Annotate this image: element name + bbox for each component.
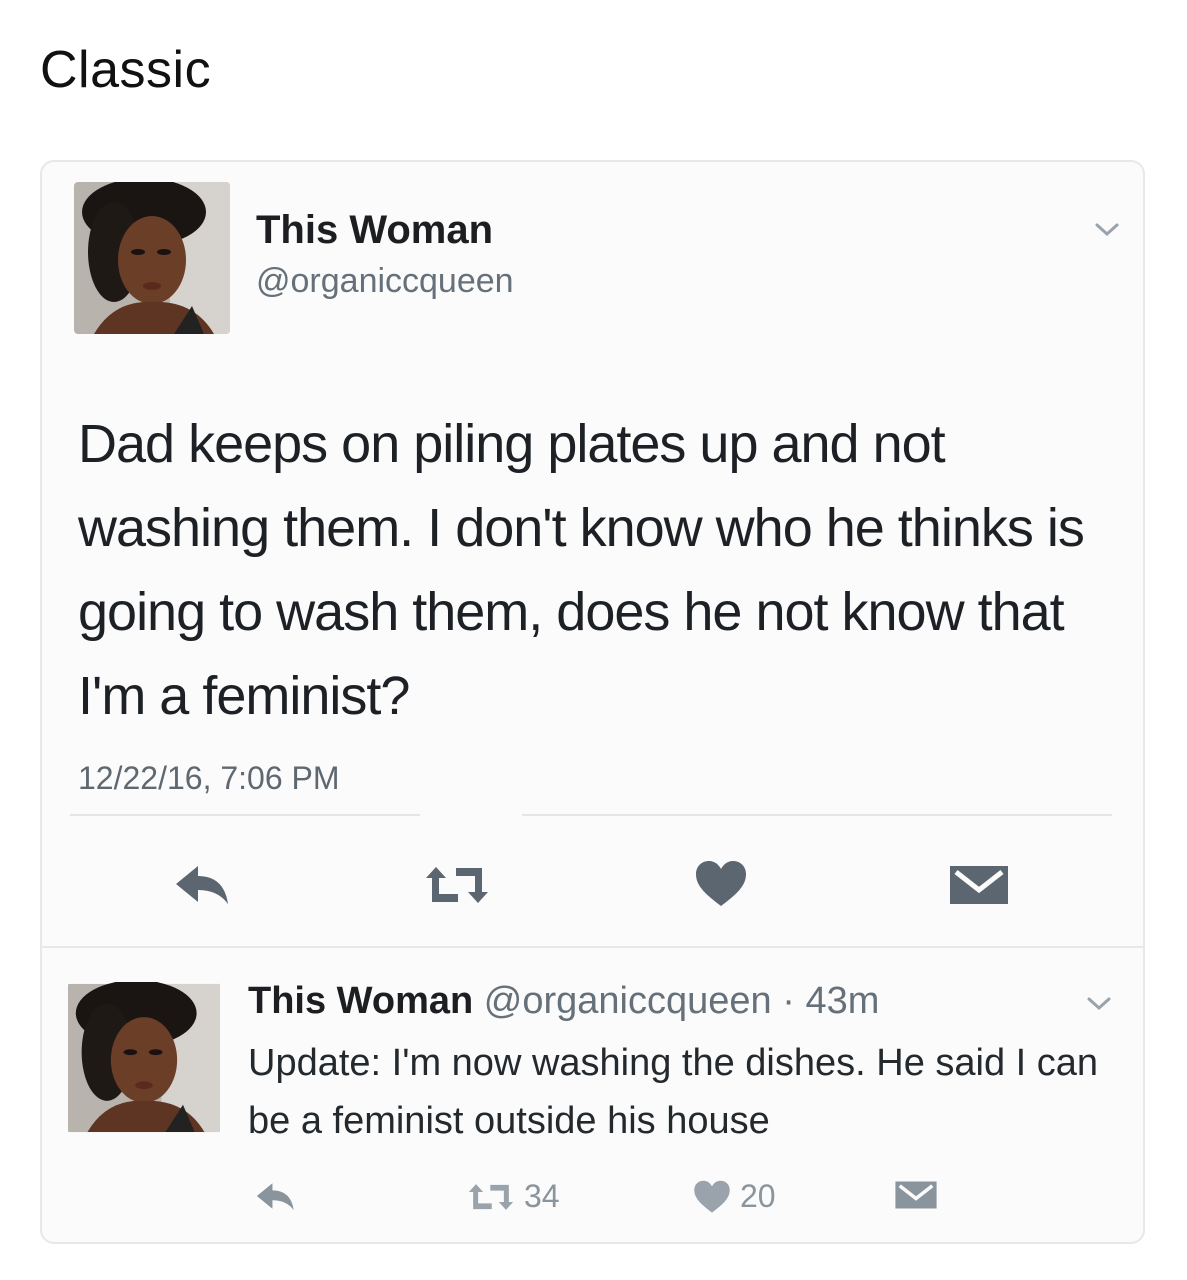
reply-header: This Woman @organiccqueen · 43m: [248, 980, 879, 1023]
retweet-icon: [468, 1183, 514, 1210]
reply-text: Update: I'm now washing the dishes. He s…: [248, 1042, 1099, 1142]
message-button[interactable]: [948, 864, 1010, 906]
like-count: 20: [740, 1178, 776, 1214]
message-button[interactable]: [894, 1180, 938, 1210]
reply-button[interactable]: [172, 862, 234, 906]
author-handle[interactable]: @organiccqueen: [484, 980, 772, 1022]
divider: [70, 814, 420, 816]
avatar[interactable]: [74, 182, 230, 334]
envelope-icon: [950, 866, 1008, 904]
author-name[interactable]: This Woman: [248, 980, 473, 1022]
heart-icon: [696, 861, 746, 906]
retweet-icon: [426, 867, 488, 903]
reply-age[interactable]: 43m: [805, 980, 879, 1022]
tweet-card: This Woman @organiccqueen Dad keeps on p…: [40, 160, 1145, 1244]
chevron-down-icon[interactable]: [1086, 996, 1112, 1017]
retweet-button[interactable]: [422, 864, 492, 906]
reply-arrow-icon: [256, 1183, 294, 1211]
avatar-image: [74, 182, 230, 334]
author-handle[interactable]: @organiccqueen: [256, 262, 514, 301]
envelope-icon: [895, 1181, 937, 1209]
meta-separator: ·: [782, 980, 795, 1022]
like-button[interactable]: [694, 860, 748, 908]
reply-button[interactable]: [254, 1180, 298, 1212]
tweet-timestamp[interactable]: 12/22/16, 7:06 PM: [78, 760, 340, 797]
divider: [522, 814, 1112, 816]
retweet-count: 34: [524, 1178, 560, 1214]
reply-arrow-icon: [176, 866, 228, 904]
divider: [42, 946, 1143, 948]
retweet-button[interactable]: 34: [466, 1178, 560, 1215]
chevron-down-icon[interactable]: [1094, 222, 1120, 243]
like-button[interactable]: 20: [692, 1178, 776, 1215]
author-name[interactable]: This Woman: [256, 208, 493, 253]
tweet-text: Dad keeps on piling plates up and not wa…: [78, 414, 1085, 726]
heart-icon: [694, 1180, 730, 1213]
avatar-image: [68, 982, 220, 1133]
post-title: Classic: [40, 41, 212, 99]
avatar[interactable]: [68, 982, 220, 1134]
